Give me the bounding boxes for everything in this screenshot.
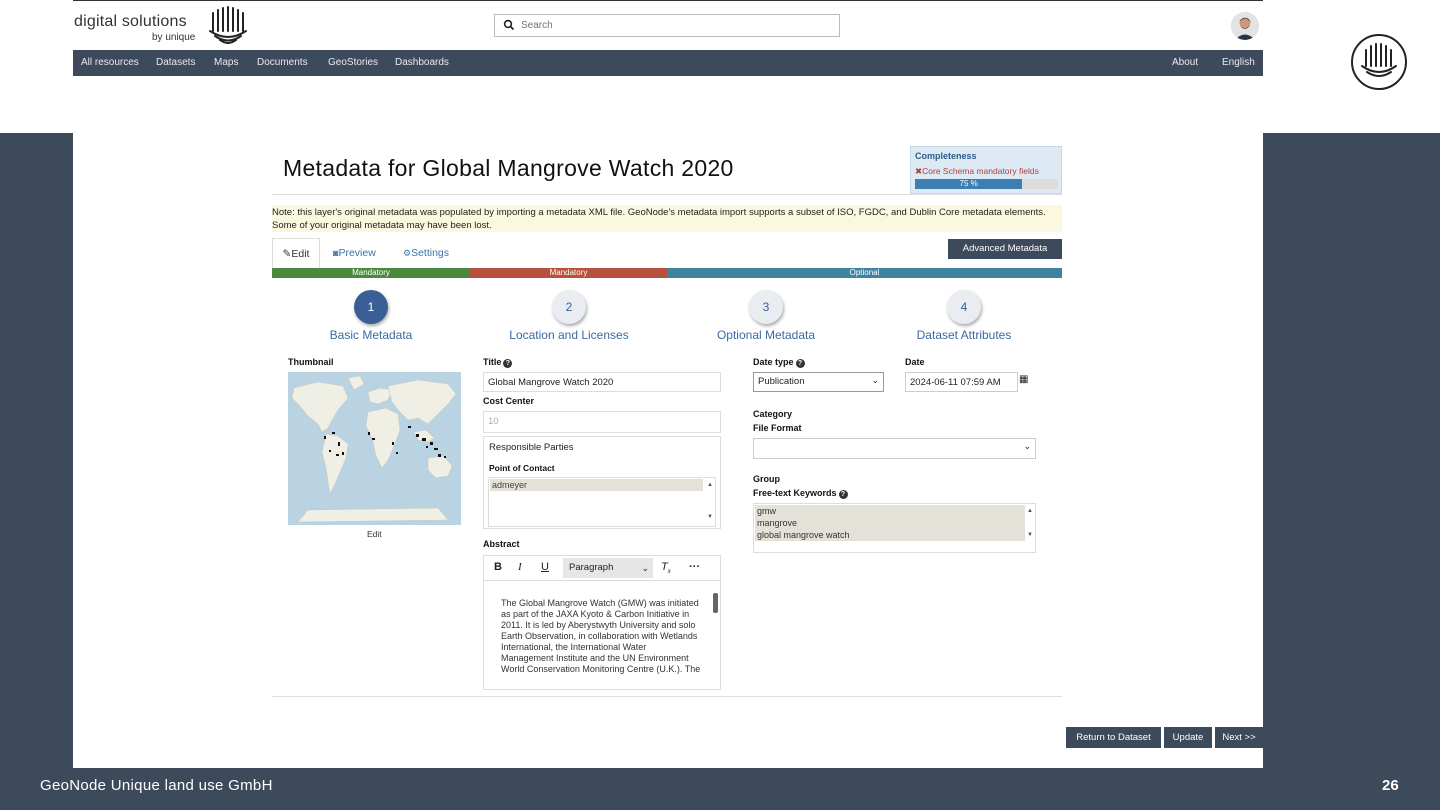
form-divider: [272, 696, 1062, 697]
search-input[interactable]: [521, 17, 821, 34]
step-4-dataset-attributes[interactable]: 4: [947, 290, 981, 324]
clear-format-icon[interactable]: Tx: [661, 561, 671, 575]
optional-bar: Optional: [667, 268, 1062, 278]
date-type-select[interactable]: Publication ⌄: [753, 372, 884, 392]
header-top-line: [73, 0, 1263, 1]
nav-documents[interactable]: Documents: [257, 57, 308, 68]
tab-settings[interactable]: ⚙Settings: [403, 238, 449, 269]
point-of-contact-label: Point of Contact: [489, 463, 555, 473]
help-icon[interactable]: ?: [795, 359, 805, 368]
more-options-icon[interactable]: ···: [689, 561, 700, 573]
tab-settings-label: Settings: [411, 247, 450, 259]
gear-icon: ⚙: [403, 248, 412, 258]
step-3-label[interactable]: Optional Metadata: [701, 328, 831, 342]
slide-page-number: 26: [1382, 777, 1399, 794]
search-icon: [503, 19, 515, 31]
tab-edit-label: Edit: [291, 248, 310, 260]
mandatory-bar-2: Mandatory: [470, 268, 667, 278]
title-divider: [272, 194, 1062, 195]
category-label: Category: [753, 409, 793, 419]
keywords-select[interactable]: gmw mangrove global mangrove watch ▲ ▼: [753, 503, 1036, 553]
keyword-item[interactable]: global mangrove watch: [755, 529, 1025, 541]
thumbnail-map-image[interactable]: [288, 372, 461, 525]
step-1-label[interactable]: Basic Metadata: [311, 328, 431, 342]
search-box[interactable]: [494, 14, 840, 37]
nav-geostories[interactable]: GeoStories: [328, 57, 378, 68]
page-title: Metadata for Global Mangrove Watch 2020: [283, 155, 734, 181]
keywords-label: Free-text Keywords?: [753, 488, 848, 499]
thumbnail-label: Thumbnail: [288, 357, 334, 367]
editor-toolbar: B I U Paragraph ⌄ Tx ···: [484, 556, 720, 581]
scroll-arrows-icon[interactable]: ▲ ▼: [707, 481, 713, 521]
format-select[interactable]: Paragraph ⌄: [563, 558, 653, 578]
step-1-basic-metadata[interactable]: 1: [354, 290, 388, 324]
cost-center-label: Cost Center: [483, 396, 535, 406]
brand-subtitle: by unique: [152, 32, 196, 43]
user-avatar[interactable]: [1231, 12, 1259, 40]
mandatory-bar-1: Mandatory: [272, 268, 470, 278]
keyword-item[interactable]: mangrove: [755, 517, 1025, 529]
file-format-label: File Format: [753, 423, 802, 433]
avatar-image: [1231, 12, 1259, 40]
calendar-icon[interactable]: ▦: [1019, 374, 1028, 385]
progress-label: 75 %: [959, 179, 978, 188]
underline-icon[interactable]: U: [541, 561, 549, 573]
nav-maps[interactable]: Maps: [214, 57, 238, 68]
responsible-parties-label: Responsible Parties: [489, 442, 574, 453]
bold-icon[interactable]: B: [494, 561, 502, 573]
thumbnail-edit-link[interactable]: Edit: [367, 529, 382, 539]
italic-icon[interactable]: I: [518, 561, 522, 573]
abstract-label: Abstract: [483, 539, 520, 549]
help-icon[interactable]: ?: [503, 359, 513, 368]
nav-datasets[interactable]: Datasets: [156, 57, 195, 68]
world-map-graphic: [288, 372, 461, 525]
chevron-down-icon: ⌄: [641, 563, 649, 573]
brand-logo-icon[interactable]: [207, 5, 249, 47]
title-label: Title?: [483, 357, 513, 368]
date-type-value: Publication: [758, 376, 805, 387]
date-type-label: Date type?: [753, 357, 805, 368]
date-input[interactable]: 2024-06-11 07:59 AM: [905, 372, 1018, 392]
group-label: Group: [753, 474, 780, 484]
completeness-item-label: Core Schema mandatory fields: [922, 166, 1039, 176]
nav-about[interactable]: About: [1172, 57, 1198, 68]
update-button[interactable]: Update: [1164, 727, 1212, 748]
nav-dashboards[interactable]: Dashboards: [395, 57, 449, 68]
step-2-label[interactable]: Location and Licenses: [499, 328, 639, 342]
chevron-down-icon: ⌄: [871, 375, 879, 385]
nav-language[interactable]: English: [1222, 57, 1255, 68]
next-button[interactable]: Next >>: [1215, 727, 1263, 748]
format-select-label: Paragraph: [569, 562, 614, 573]
nav-all-resources[interactable]: All resources: [81, 57, 139, 68]
main-navbar: All resources Datasets Maps Documents Ge…: [73, 50, 1263, 76]
help-icon[interactable]: ?: [838, 490, 848, 499]
point-of-contact-option[interactable]: admeyer: [490, 479, 703, 491]
step-2-location-licenses[interactable]: 2: [552, 290, 586, 324]
completeness-progress: 75 %: [915, 179, 1058, 189]
step-4-label[interactable]: Dataset Attributes: [899, 328, 1029, 342]
company-logo-icon: [1351, 34, 1407, 90]
completeness-title: Completeness: [915, 151, 977, 161]
metadata-import-note: Note: this layer's original metadata was…: [272, 205, 1062, 232]
date-label: Date: [905, 357, 925, 367]
abstract-editor[interactable]: B I U Paragraph ⌄ Tx ··· The Global Mangr…: [483, 555, 721, 690]
tab-edit[interactable]: ✎Edit: [272, 238, 320, 269]
point-of-contact-select[interactable]: admeyer ▲ ▼: [488, 477, 716, 527]
abstract-text[interactable]: The Global Mangrove Watch (GMW) was init…: [501, 598, 701, 675]
completeness-item[interactable]: ✖Core Schema mandatory fields: [915, 166, 1039, 177]
title-input[interactable]: Global Mangrove Watch 2020: [483, 372, 721, 392]
editor-scrollbar[interactable]: [713, 593, 718, 613]
chevron-down-icon: ⌄: [1023, 441, 1031, 451]
return-to-dataset-button[interactable]: Return to Dataset: [1066, 727, 1161, 748]
step-3-optional-metadata[interactable]: 3: [749, 290, 783, 324]
tab-preview-label: Preview: [338, 247, 376, 259]
cost-center-input[interactable]: 10: [483, 411, 721, 433]
brand-name[interactable]: digital solutions: [74, 13, 187, 31]
tab-preview[interactable]: ◙Preview: [333, 238, 376, 269]
footer-company: GeoNode Unique land use GmbH: [40, 777, 273, 794]
file-format-select[interactable]: ⌄: [753, 438, 1036, 459]
scroll-arrows-icon[interactable]: ▲ ▼: [1027, 507, 1033, 539]
keyword-item[interactable]: gmw: [755, 505, 1025, 517]
advanced-metadata-button[interactable]: Advanced Metadata: [948, 239, 1062, 259]
